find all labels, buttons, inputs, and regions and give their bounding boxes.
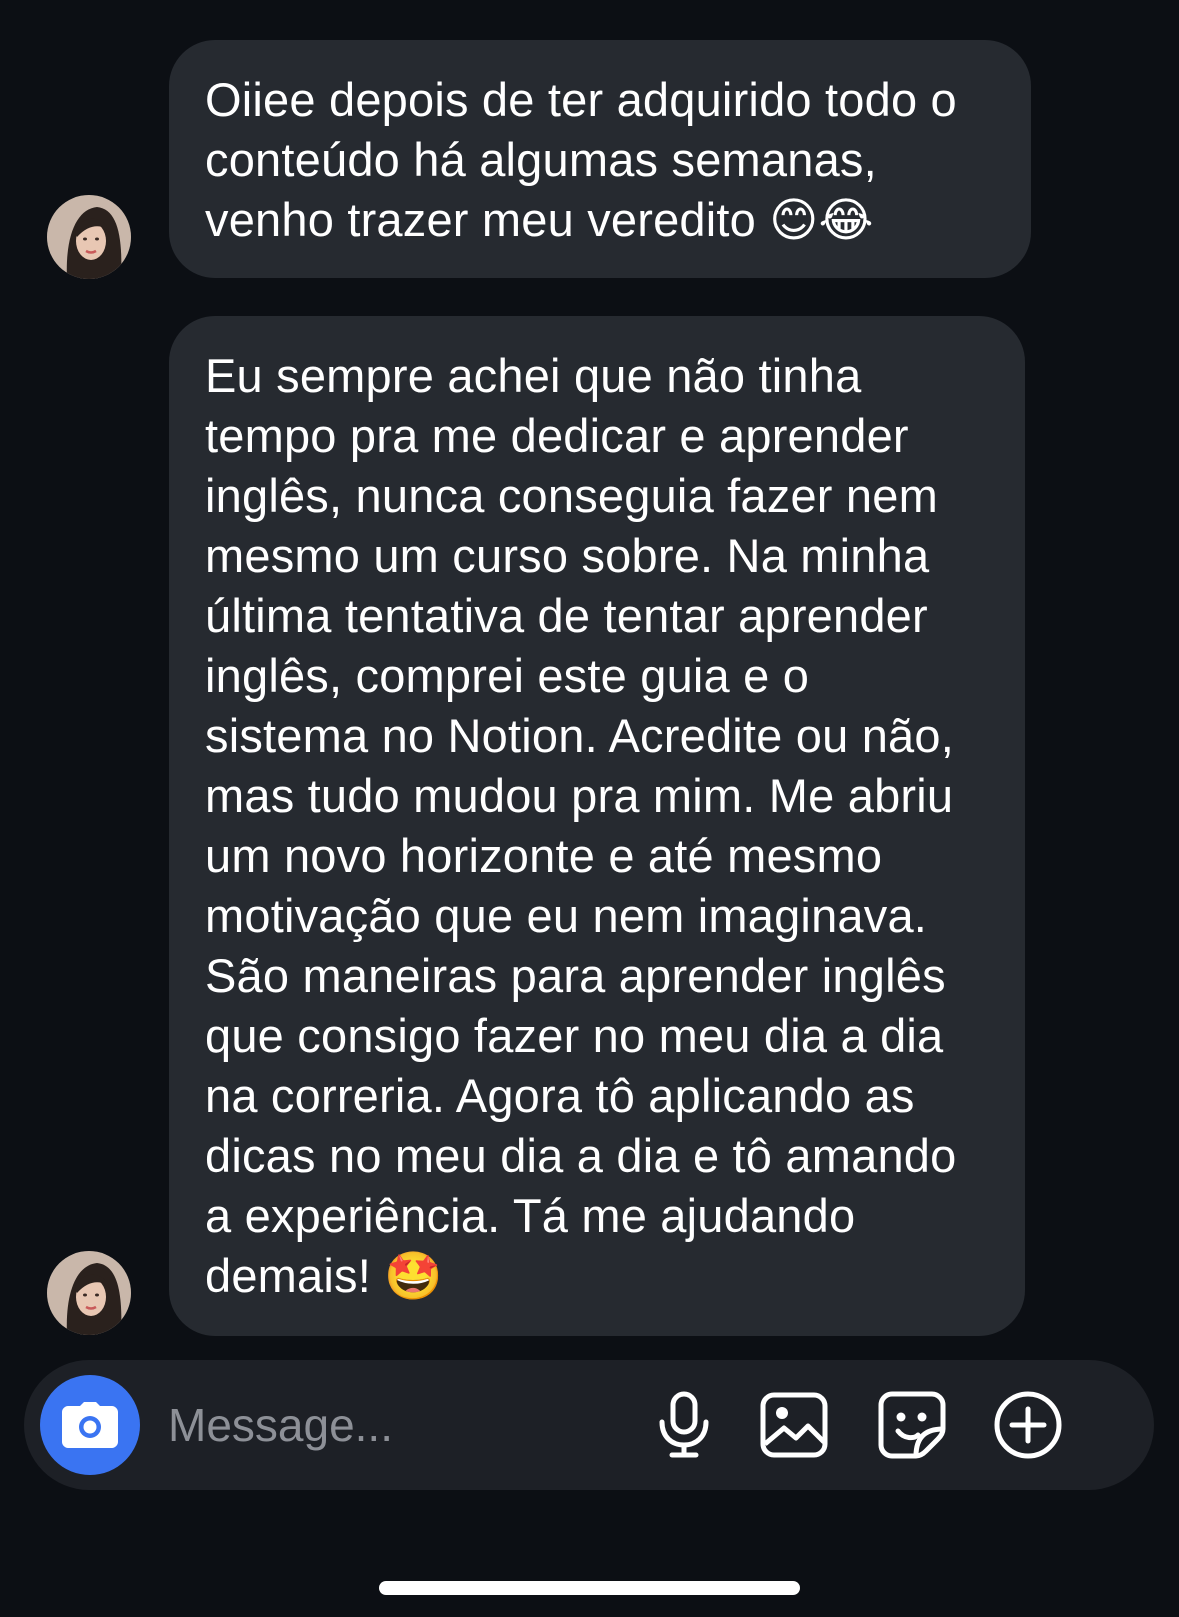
message-line: mesmo um curso sobre. Na minha xyxy=(205,529,930,582)
microphone-button[interactable] xyxy=(646,1387,722,1463)
message-line: Oiiee depois de ter adquirido todo o xyxy=(205,73,957,126)
message-composer xyxy=(24,1360,1154,1490)
message-line: tempo pra me dedicar e aprender xyxy=(205,409,909,462)
message-line: Eu sempre achei que não tinha xyxy=(205,349,862,402)
avatar[interactable] xyxy=(47,1251,131,1335)
message-line: demais! 🤩 xyxy=(205,1249,443,1302)
message-line: São maneiras para aprender inglês xyxy=(205,949,946,1002)
message-line: na correria. Agora tô aplicando as xyxy=(205,1069,915,1122)
message-input[interactable] xyxy=(168,1390,648,1460)
avatar[interactable] xyxy=(47,195,131,279)
message-line: venho trazer meu veredito 😊😂 xyxy=(205,193,874,246)
home-indicator[interactable] xyxy=(379,1581,800,1595)
message-line: dicas no meu dia a dia e tô amando xyxy=(205,1129,957,1182)
profile-photo xyxy=(47,1251,131,1335)
message-line: última tentativa de tentar aprender xyxy=(205,589,928,642)
camera-icon xyxy=(62,1402,118,1448)
plus-circle-icon xyxy=(994,1391,1062,1459)
image-icon xyxy=(760,1392,828,1458)
sticker-icon xyxy=(878,1391,946,1459)
message-line: sistema no Notion. Acredite ou não, xyxy=(205,709,954,762)
message-bubble[interactable]: Eu sempre achei que não tinha tempo pra … xyxy=(169,316,1025,1336)
message-line: conteúdo há algumas semanas, xyxy=(205,133,877,186)
message-line: inglês, comprei este guia e o xyxy=(205,649,810,702)
profile-photo xyxy=(47,195,131,279)
camera-button[interactable] xyxy=(40,1375,140,1475)
message-line: um novo horizonte e até mesmo xyxy=(205,829,883,882)
message-line: inglês, nunca conseguia fazer nem xyxy=(205,469,938,522)
gallery-button[interactable] xyxy=(756,1387,832,1463)
message-line: mas tudo mudou pra mim. Me abriu xyxy=(205,769,954,822)
microphone-icon xyxy=(659,1391,709,1458)
message-bubble[interactable]: Oiiee depois de ter adquirido todo o con… xyxy=(169,40,1031,278)
message-line: motivação que eu nem imaginava. xyxy=(205,889,928,942)
message-line: a experiência. Tá me ajudando xyxy=(205,1189,856,1242)
sticker-button[interactable] xyxy=(874,1387,950,1463)
more-button[interactable] xyxy=(990,1387,1066,1463)
message-line: que consigo fazer no meu dia a dia xyxy=(205,1009,944,1062)
